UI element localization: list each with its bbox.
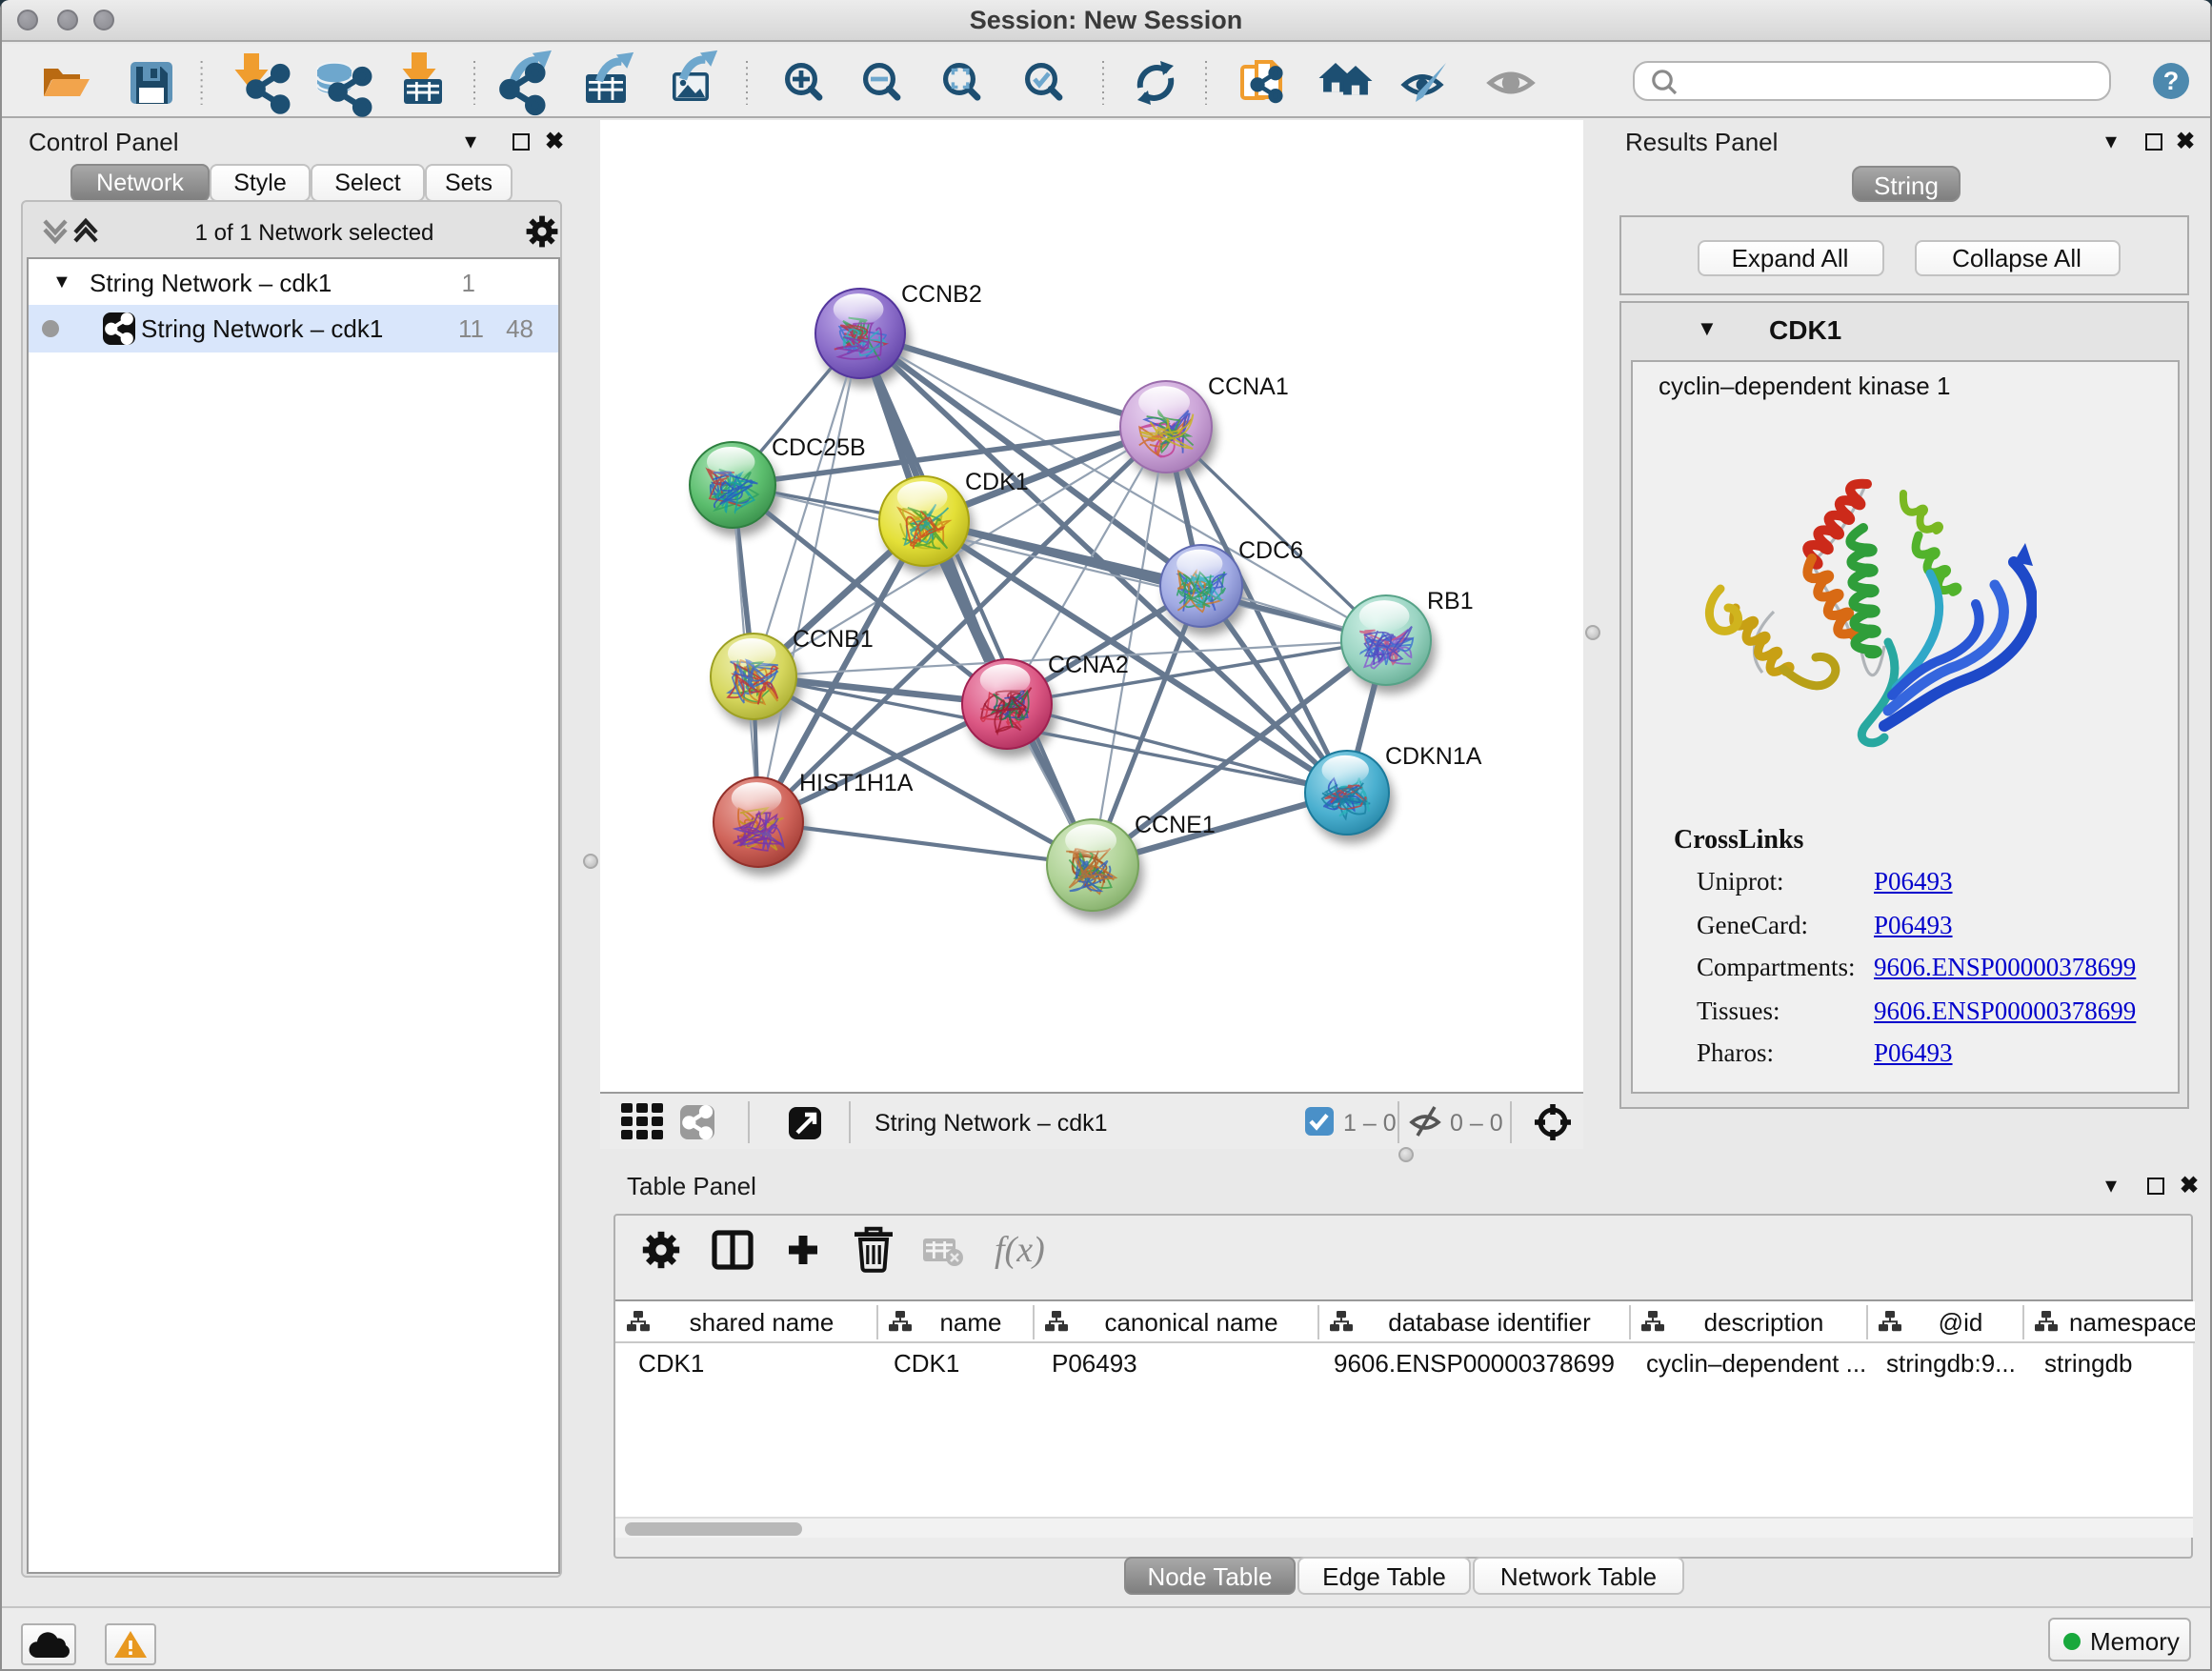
svg-text:description: description [1704,1308,1824,1337]
svg-text:@id: @id [1939,1308,1983,1337]
svg-text:0 – 0: 0 – 0 [1450,1109,1503,1136]
svg-text:RB1: RB1 [1427,587,1474,614]
svg-text:CCNA2: CCNA2 [1048,651,1129,677]
svg-text:database identifier: database identifier [1388,1308,1591,1337]
svg-text:CCNB1: CCNB1 [793,625,874,652]
svg-text:CDC6: CDC6 [1238,536,1303,563]
svg-text:f(x): f(x) [994,1230,1044,1270]
svg-text:namespace: namespace [2069,1308,2195,1337]
svg-text:shared name: shared name [690,1308,835,1337]
svg-text:CDKN1A: CDKN1A [1385,742,1482,769]
svg-text:CDC25B: CDC25B [772,433,866,460]
svg-text:name: name [939,1308,1001,1337]
svg-text:1 – 0: 1 – 0 [1343,1109,1397,1136]
svg-text:CDK1: CDK1 [965,468,1029,494]
svg-text:String Network – cdk1: String Network – cdk1 [875,1109,1108,1136]
svg-text:CCNA1: CCNA1 [1208,372,1289,399]
svg-text:HIST1H1A: HIST1H1A [799,769,914,795]
svg-text:CCNE1: CCNE1 [1135,811,1216,837]
svg-text:CCNB2: CCNB2 [901,280,982,307]
svg-text:canonical name: canonical name [1104,1308,1277,1337]
